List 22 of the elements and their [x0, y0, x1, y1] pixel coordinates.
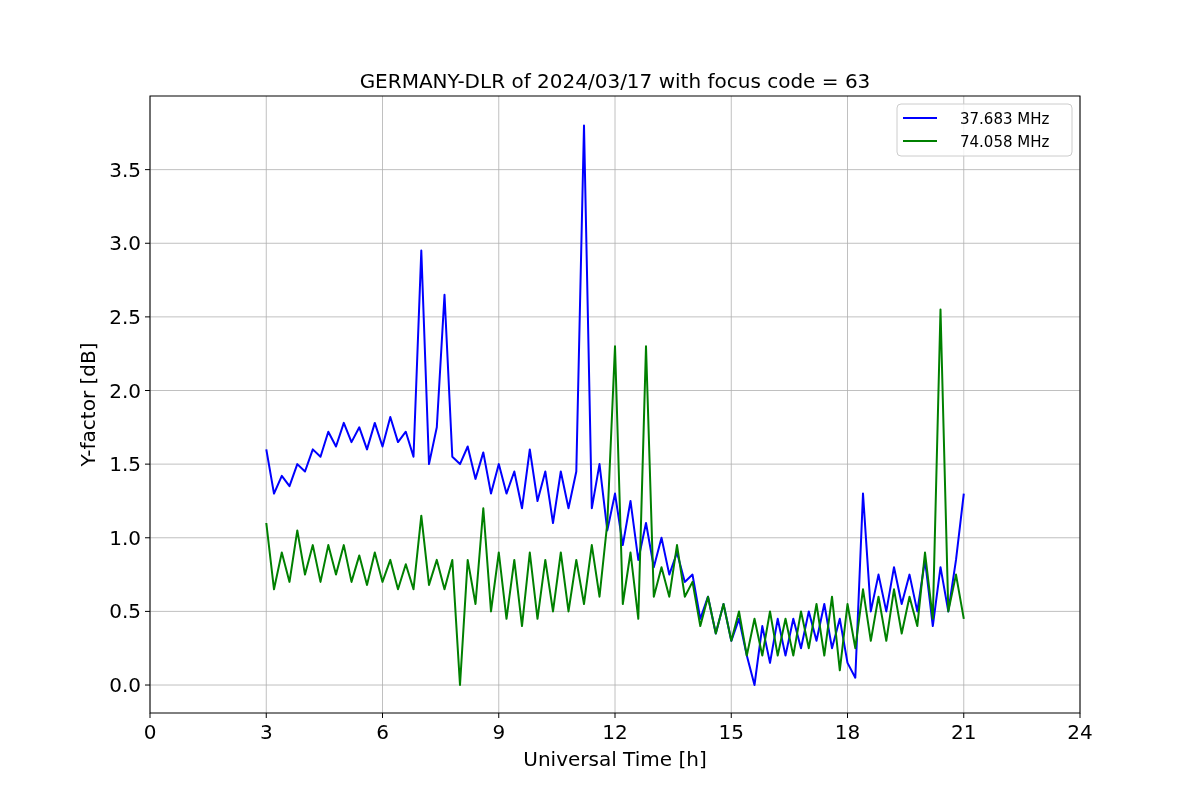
tick-label: 2.0 [109, 378, 141, 403]
tick-label: 3.5 [109, 157, 141, 182]
tick-label: 3 [259, 720, 273, 744]
tick-label: 21 [951, 720, 977, 744]
tick-label: 1.5 [109, 452, 141, 477]
tick-label: 12 [602, 720, 628, 744]
tick-label: 24 [1067, 720, 1093, 744]
tick-label: 0.5 [109, 599, 141, 624]
tick-label: 0.0 [109, 673, 141, 697]
chart-title: GERMANY-DLR of 2024/03/17 with focus code = 63 [359, 69, 871, 93]
tick-label: 1.0 [109, 525, 141, 550]
tick-label: 18 [834, 720, 861, 744]
tick-label: 0 [143, 720, 157, 744]
tick-label: 2.5 [109, 304, 141, 329]
tick-label: 9 [492, 720, 506, 744]
tick-label: 6 [376, 720, 389, 744]
x-axis-label: Universal Time [h] [523, 747, 707, 771]
legend-label: 37.683 MHz [960, 110, 1050, 128]
tick-label: 3.0 [109, 231, 141, 256]
tick-label: 15 [718, 720, 744, 744]
y-axis-label: Y-factor [dB] [76, 342, 100, 467]
legend-label: 74.058 MHz [960, 133, 1050, 151]
